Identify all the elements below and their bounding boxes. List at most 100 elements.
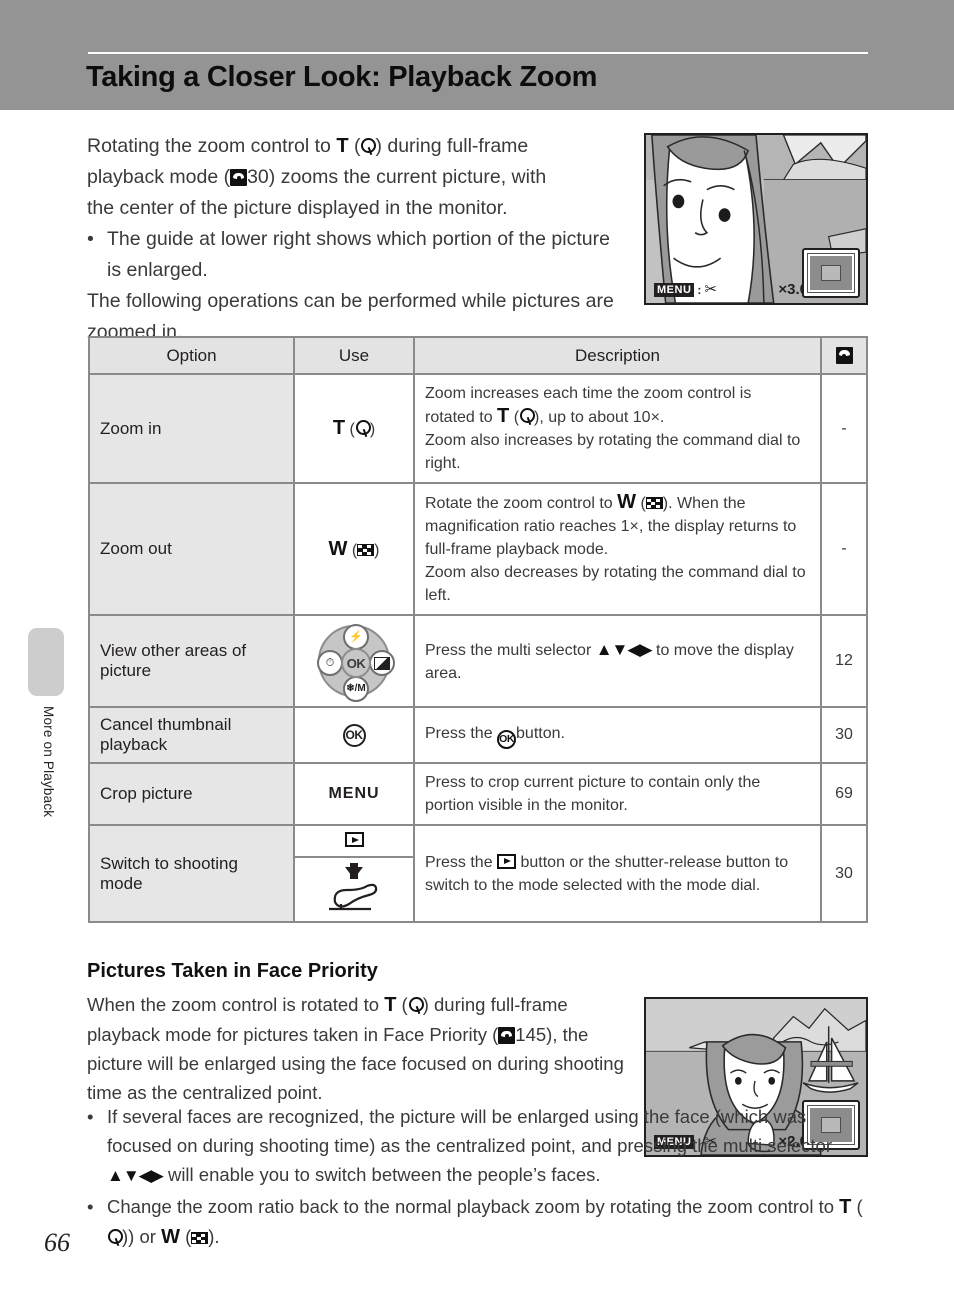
row-use-switch-shooting <box>293 824 415 923</box>
table-row: Crop picture MENU Press to crop current … <box>88 762 868 826</box>
fp-para-a: When the zoom control is rotated to <box>87 994 385 1015</box>
row-desc-view-other-areas: Press the multi selector ▲▼◀▶ to move th… <box>413 614 822 708</box>
row-option-cancel-thumbnail: Cancel thumbnail playback <box>88 706 295 764</box>
header-rule <box>88 52 868 54</box>
w-label: W <box>161 1226 180 1248</box>
menu-button-icon: MENU <box>328 785 380 802</box>
bullet-dot-icon: • <box>87 1196 94 1217</box>
row-option-crop-picture: Crop picture <box>88 762 295 826</box>
thumbnail-grid-icon <box>357 543 375 556</box>
table-row: Cancel thumbnail playback OK Press the O… <box>88 706 868 764</box>
section-tab-label: More on Playback <box>41 706 56 818</box>
t-label: T <box>497 405 510 427</box>
t-label: T <box>332 417 346 439</box>
self-timer-button-icon: ⏱ <box>317 650 343 676</box>
column-header-reference <box>820 336 868 375</box>
table-row: Switch to shooting mode Press the button… <box>88 824 868 923</box>
thumbnail-grid-icon <box>645 497 663 509</box>
row-use-cancel-thumbnail: OK <box>293 706 415 764</box>
row-ref-view-other-areas: 12 <box>820 614 868 708</box>
desc-line2-b: ), up to about 10×. <box>534 409 665 426</box>
lcd-menu-hint: MENU : ✂ <box>654 281 717 298</box>
magnifier-icon <box>408 997 424 1014</box>
shutter-release-icon <box>329 883 378 911</box>
row-desc-zoom-in: Zoom increases each time the zoom contro… <box>413 373 822 484</box>
b2-mid: ) or <box>128 1226 162 1247</box>
paren-close: ) <box>374 541 380 559</box>
intro-line2-ref: 30 <box>247 166 269 188</box>
bullet-dot-icon: • <box>87 1106 94 1127</box>
playback-button-icon <box>497 853 517 869</box>
face-priority-paragraph: When the zoom control is rotated to T ()… <box>87 994 624 1103</box>
row-ref-cancel-thumbnail: 30 <box>820 706 868 764</box>
intro-line2-a: playback mode ( <box>87 166 231 188</box>
bullet-1-text: If several faces are recognized, the pic… <box>107 1102 869 1190</box>
bullet-dot-icon: • <box>87 228 94 250</box>
face-priority-bullets: • If several faces are recognized, the p… <box>87 1102 869 1254</box>
row-option-zoom-out: Zoom out <box>88 482 295 616</box>
row-ref-zoom-out: - <box>820 482 868 616</box>
magnifier-icon <box>519 408 536 425</box>
down-arrow-icon <box>345 863 363 879</box>
zoom-guide-region <box>821 265 841 281</box>
w-label: W <box>617 491 636 513</box>
row-desc-zoom-out: Rotate the zoom control to W (). When th… <box>413 482 822 616</box>
row-use-zoom-out: W () <box>293 482 415 616</box>
column-header-use: Use <box>293 336 415 375</box>
row-use-view-other-areas: ⚡ ⏱ ❄/M OK <box>293 614 415 708</box>
list-item: • If several faces are recognized, the p… <box>87 1102 869 1190</box>
menu-separator: : <box>697 283 702 297</box>
b1-b: will enable you to switch between the pe… <box>162 1164 601 1185</box>
desc-a: Press the <box>425 724 498 742</box>
playback-button-icon <box>344 832 364 847</box>
row-option-zoom-in: Zoom in <box>88 373 295 484</box>
intro-bullet-item: • The guide at lower right shows which p… <box>87 224 615 286</box>
multi-selector-dial: ⚡ ⏱ ❄/M OK <box>317 624 395 702</box>
ok-button-icon: OK <box>497 729 517 749</box>
section-tab-marker <box>28 628 64 696</box>
desc-line3: Zoom also decreases by rotating the comm… <box>425 564 806 604</box>
ok-button-icon: OK <box>341 648 371 678</box>
intro-bullet-text: The guide at lower right shows which por… <box>107 228 610 281</box>
table-row: View other areas of picture ⚡ ⏱ ❄/M OK P… <box>88 614 868 708</box>
b2-end: ). <box>208 1226 220 1247</box>
reference-book-icon <box>230 169 248 186</box>
desc-line1: Zoom increases each time the zoom contro… <box>425 385 752 402</box>
reference-book-icon <box>498 1027 516 1044</box>
table-row: Zoom out W () Rotate the zoom control to… <box>88 482 868 616</box>
desc-a: Press the <box>425 853 498 871</box>
row-option-view-other-areas: View other areas of picture <box>88 614 295 708</box>
desc-line1-a: Rotate the zoom control to <box>425 495 618 512</box>
ok-button-icon: OK <box>342 723 366 747</box>
scissors-icon: ✂ <box>704 281 717 298</box>
flash-button-icon: ⚡ <box>343 624 369 650</box>
row-desc-crop-picture: Press to crop current picture to contain… <box>413 762 822 826</box>
list-item: • Change the zoom ratio back to the norm… <box>87 1192 869 1252</box>
page-number: 66 <box>44 1228 70 1257</box>
table-header-row: Option Use Description <box>88 336 868 375</box>
direction-arrows-icon: ▲▼◀▶ <box>595 639 653 659</box>
column-header-description: Description <box>413 336 822 375</box>
row-ref-switch-shooting: 30 <box>820 824 868 923</box>
zoom-guide-box <box>802 248 860 298</box>
reference-book-icon <box>835 346 853 364</box>
intro-paragraph: Rotating the zoom control to T () during… <box>87 135 547 219</box>
shutter-release-cell <box>295 858 413 921</box>
intro-line3: the center of the picture displayed in t… <box>87 197 508 219</box>
fp-para-ref: 145 <box>515 1024 547 1045</box>
intro-text-block: Rotating the zoom control to T () during… <box>87 131 615 348</box>
intro-line1-a: Rotating the zoom control to <box>87 135 337 157</box>
desc-b: button. <box>516 724 565 742</box>
intro-line2-b: ) zooms the current picture, with <box>268 166 547 188</box>
row-ref-zoom-in: - <box>820 373 868 484</box>
table-row: Zoom in T () Zoom increases each time th… <box>88 373 868 484</box>
t-label: T <box>384 994 397 1016</box>
bullet-2-text: Change the zoom ratio back to the normal… <box>107 1196 863 1248</box>
row-desc-switch-shooting: Press the button or the shutter-release … <box>413 824 822 923</box>
row-desc-cancel-thumbnail: Press the OK button. <box>413 706 822 764</box>
b2-a: Change the zoom ratio back to the normal… <box>107 1196 840 1217</box>
page-title: Taking a Closer Look: Playback Zoom <box>86 61 598 93</box>
row-ref-crop-picture: 69 <box>820 762 868 826</box>
section-heading-face-priority: Pictures Taken in Face Priority <box>87 960 378 982</box>
magnifier-icon <box>107 1229 123 1246</box>
